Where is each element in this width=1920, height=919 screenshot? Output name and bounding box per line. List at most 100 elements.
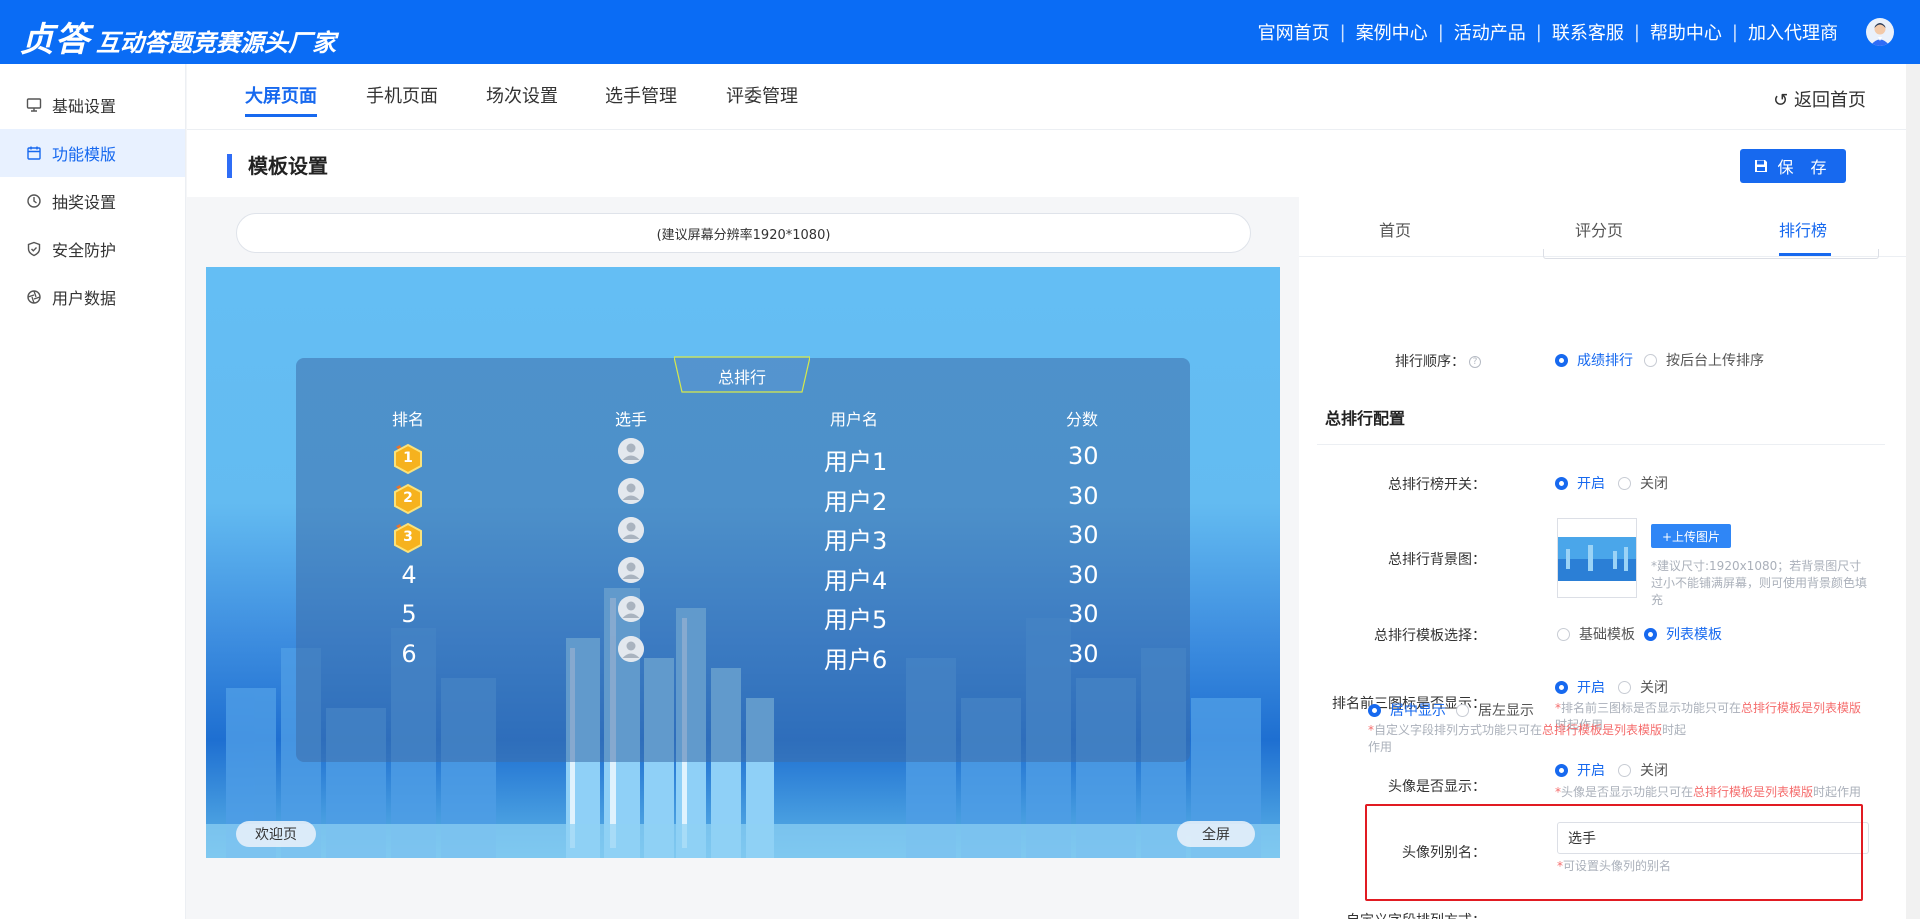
dial-icon	[27, 194, 41, 208]
sidebar-item-label: 抽奖设置	[52, 193, 117, 212]
radio-dot	[1644, 353, 1657, 367]
sidebar-item-user-data[interactable]: 用户数据	[0, 273, 185, 321]
radio-total-on[interactable]: 开启	[1555, 473, 1605, 493]
rank-order-label-text: 排行顺序：	[1395, 354, 1465, 370]
settings-panel: 首页 评分页 排行榜 排行顺序：? 成绩排行 按后台上传排序 总排行配置 总排行…	[1299, 197, 1920, 919]
nav-support[interactable]: 联系客服	[1542, 19, 1634, 45]
score-cell: 30	[1068, 639, 1099, 668]
nav-products[interactable]: 活动产品	[1444, 19, 1536, 45]
bg-image-thumbnail[interactable]	[1557, 518, 1637, 598]
sidebar-item-function-template[interactable]: 功能模版	[0, 129, 185, 177]
rank-order-label: 排行顺序：?	[1299, 351, 1481, 371]
column-rank: 排名	[392, 410, 425, 429]
sidebar-item-security[interactable]: 安全防护	[0, 225, 185, 273]
back-home-label: 返回首页	[1794, 90, 1866, 111]
tab-big-screen[interactable]: 大屏页面	[245, 82, 317, 117]
settings-tab-leaderboard[interactable]: 排行榜	[1779, 217, 1827, 241]
save-button[interactable]: 保 存	[1740, 149, 1846, 183]
big-screen-preview: 总排行 排名 选手 用户名 分数 1 用户1 30 2 用户2 30 3 用户3 30 4 用户4 3…	[206, 267, 1280, 858]
save-button-label: 保 存	[1777, 158, 1833, 177]
player-avatar-icon	[618, 635, 644, 662]
avatar-alias-hint: *可设置头像列的别名	[1557, 859, 1672, 873]
radio-total-off[interactable]: 关闭	[1618, 473, 1668, 493]
page-title: 模板设置	[227, 154, 328, 178]
radio-label: 列表模板	[1666, 627, 1722, 643]
sidebar-item-label: 安全防护	[52, 241, 117, 260]
brand-slogan: 互动答题竞赛源头厂家	[96, 29, 336, 57]
fullscreen-button[interactable]: 全屏	[1177, 821, 1255, 847]
radio-label: 关闭	[1640, 680, 1668, 696]
top-header: 贞答 互动答题竞赛源头厂家 官网首页 | 案例中心 | 活动产品 | 联系客服 | 帮助中…	[0, 0, 1920, 64]
page-scrollbar[interactable]	[1906, 64, 1920, 919]
tab-judge-management[interactable]: 评委管理	[726, 82, 798, 114]
nav-cases[interactable]: 案例中心	[1346, 19, 1438, 45]
radio-avatar-off[interactable]: 关闭	[1618, 760, 1668, 780]
nav-official-home[interactable]: 官网首页	[1248, 19, 1340, 45]
radio-rank-by-upload[interactable]: 按后台上传排序	[1644, 350, 1764, 370]
welcome-page-button[interactable]: 欢迎页	[236, 821, 316, 847]
radio-label: 开启	[1577, 476, 1605, 492]
tab-session-settings[interactable]: 场次设置	[486, 82, 558, 114]
rank-number: 5	[401, 600, 417, 628]
column-player: 选手	[615, 410, 648, 429]
rank-medal-icon: 1	[390, 441, 426, 477]
radio-dot	[1555, 763, 1568, 777]
floppy-disk-icon	[1755, 160, 1768, 172]
radio-rank-by-score[interactable]: 成绩排行	[1555, 350, 1633, 370]
help-icon[interactable]: ?	[1469, 356, 1481, 368]
nav-separator: |	[1339, 21, 1346, 43]
tab-player-management[interactable]: 选手管理	[605, 82, 677, 114]
settings-tab-home[interactable]: 首页	[1379, 217, 1411, 241]
score-cell: 30	[1068, 560, 1099, 589]
username-cell: 用户6	[824, 645, 888, 674]
field-align-label: 自定义字段排列方式：	[1299, 910, 1486, 919]
radio-label: 按后台上传排序	[1666, 353, 1764, 369]
username-cell: 用户4	[824, 566, 888, 595]
radio-top3-on[interactable]: 开启	[1555, 677, 1605, 697]
calendar-icon	[27, 146, 41, 160]
upload-image-button[interactable]: +上传图片	[1651, 524, 1731, 548]
back-home-link[interactable]: ↺ 返回首页	[1773, 86, 1866, 112]
radio-label: 开启	[1577, 763, 1605, 779]
sidebar-item-basic-settings[interactable]: 基础设置	[0, 81, 185, 129]
field-align-hint: *自定义字段排列方式功能只可在总排行模板是列表模版时起作用	[1368, 723, 1687, 754]
user-avatar-icon[interactable]	[1866, 18, 1894, 46]
nav-agent[interactable]: 加入代理商	[1738, 19, 1848, 45]
brand-logo[interactable]: 贞答 互动答题竞赛源头厂家	[20, 12, 336, 61]
radio-template-basic[interactable]: 基础模板	[1557, 624, 1635, 644]
aperture-icon	[27, 290, 41, 304]
divider	[1317, 444, 1885, 445]
radio-label: 开启	[1577, 680, 1605, 696]
undo-arrow-icon: ↺	[1773, 90, 1789, 111]
nav-help[interactable]: 帮助中心	[1640, 19, 1732, 45]
radio-template-list[interactable]: 列表模板	[1644, 624, 1722, 644]
sidebar-item-lottery-settings[interactable]: 抽奖设置	[0, 177, 185, 225]
avatar-alias-label: 头像列别名：	[1402, 845, 1486, 861]
radio-dot	[1618, 680, 1631, 694]
radio-top3-off[interactable]: 关闭	[1618, 677, 1668, 697]
avatar-alias-input[interactable]	[1557, 822, 1869, 854]
avatar-show-label: 头像是否显示：	[1388, 779, 1486, 795]
tab-mobile-page[interactable]: 手机页面	[366, 82, 438, 114]
radio-dot	[1456, 703, 1469, 717]
template-select-label: 总排行模板选择：	[1374, 628, 1486, 644]
radio-dot	[1555, 353, 1568, 367]
radio-avatar-on[interactable]: 开启	[1555, 760, 1605, 780]
column-score: 分数	[1066, 410, 1099, 429]
rank-number: 2	[403, 489, 413, 506]
scrolled-input-edge	[1543, 249, 1879, 259]
radio-align-center[interactable]: 居中显示	[1368, 700, 1446, 720]
sidebar-item-label: 用户数据	[52, 289, 117, 308]
thumbnail-image	[1558, 519, 1636, 597]
settings-tab-scoring[interactable]: 评分页	[1575, 217, 1623, 241]
sidebar-item-label: 功能模版	[52, 145, 117, 164]
radio-align-left[interactable]: 居左显示	[1456, 700, 1534, 720]
hint-text: 时起作用	[1813, 785, 1862, 799]
hint-text: 自定义字段排列方式功能只可在	[1374, 723, 1543, 737]
avatar-show-hint: *头像是否显示功能只可在总排行模板是列表模版时起作用	[1555, 785, 1862, 799]
rank-number: 4	[401, 560, 417, 589]
radio-dot	[1368, 703, 1381, 717]
panel-title-text: 总排行	[717, 368, 766, 387]
hint-text: 排名前三图标是否显示功能只可在	[1561, 701, 1742, 715]
preview-area: (建议屏幕分辨率1920*1080) 总排行 排名 选手 用户名 分数 1 用户…	[187, 197, 1299, 919]
